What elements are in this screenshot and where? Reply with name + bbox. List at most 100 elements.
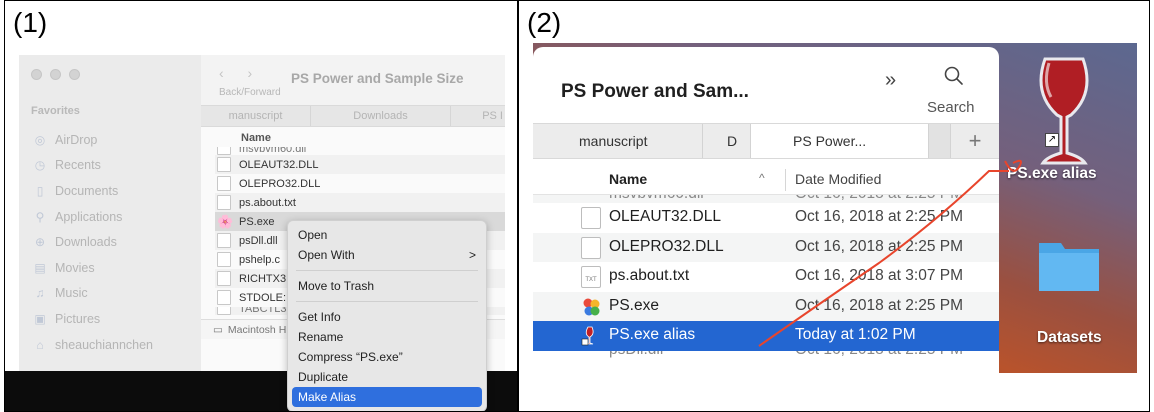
file-icon — [217, 252, 231, 267]
menu-item-label: Move to Trash — [298, 279, 375, 293]
tab-ps-power[interactable]: PS Power... — [751, 124, 929, 158]
file-row[interactable]: OLEAUT32.DLL — [215, 155, 505, 174]
sidebar-item-airdrop[interactable]: ◎ AirDrop — [31, 127, 153, 153]
document-icon: ▯ — [36, 183, 44, 198]
tab-downloads[interactable]: D — [703, 124, 751, 158]
menu-item-label: Make Alias — [298, 390, 357, 404]
folder-icon[interactable] — [1035, 229, 1103, 297]
music-icon: ♫ — [35, 286, 45, 301]
menu-item-label: Get Info — [298, 310, 341, 324]
file-date: Oct 16, 2018 at 2:25 PM — [795, 296, 964, 314]
tab-downloads[interactable]: Downloads — [311, 106, 451, 126]
airdrop-icon: ◎ — [34, 132, 46, 147]
sidebar-item-label: AirDrop — [55, 132, 98, 147]
toolbar-overflow-chevron[interactable]: » — [885, 69, 896, 92]
menu-item-open-with[interactable]: Open With > — [288, 245, 486, 265]
column-divider[interactable] — [785, 169, 786, 191]
add-tab-button[interactable]: + — [951, 124, 999, 158]
menu-item-label: Open With — [298, 248, 355, 262]
column-header-name[interactable]: Name — [241, 132, 271, 144]
column-header-date-modified[interactable]: Date Modified — [795, 171, 881, 187]
menu-item-open[interactable]: Open — [288, 225, 486, 245]
wine-alias-icon — [581, 326, 594, 346]
tab-bar: manuscript D PS Power... + — [533, 123, 999, 159]
sidebar-item-label: Applications — [55, 209, 123, 224]
menu-item-duplicate[interactable]: Duplicate — [288, 367, 486, 387]
finder-window: PS Power and Sam... » Search manuscript … — [533, 47, 999, 373]
sidebar-item-movies[interactable]: ▤ Movies — [31, 255, 153, 281]
sidebar-item-label: Pictures — [55, 311, 101, 326]
file-row[interactable]: OLEPRO32.DLL Oct 16, 2018 at 2:25 PM — [533, 232, 999, 262]
desktop-alias-label[interactable]: PS.exe alias — [1007, 165, 1097, 183]
zoom-button[interactable] — [69, 69, 80, 80]
film-icon: ▤ — [34, 260, 46, 275]
sidebar-item-documents[interactable]: ▯ Documents — [31, 178, 153, 204]
disk-icon: ▭ — [213, 323, 223, 336]
window-title: PS Power and Sam... — [561, 81, 749, 102]
window-controls — [31, 69, 80, 80]
file-name: RICHTX3 — [239, 272, 287, 285]
file-name: msvbvm60.dll — [609, 195, 704, 203]
file-row-selected[interactable]: PS.exe alias Today at 1:02 PM — [533, 321, 999, 351]
panel-label: (2) — [527, 7, 562, 38]
menu-item-move-to-trash[interactable]: Move to Trash — [288, 276, 486, 296]
menu-separator — [296, 301, 478, 302]
minimize-button[interactable] — [50, 69, 61, 80]
desktop-folder-label[interactable]: Datasets — [1037, 329, 1102, 347]
menu-item-make-alias[interactable]: Make Alias — [292, 387, 482, 407]
file-name: TABCTL3 — [239, 307, 287, 315]
file-row[interactable]: msvbvm60.dll — [215, 147, 505, 155]
file-name: PS.exe — [239, 215, 275, 228]
sidebar-item-label: Documents — [55, 183, 119, 198]
file-row[interactable]: OLEAUT32.DLL Oct 16, 2018 at 2:25 PM — [533, 203, 999, 233]
download-icon: ⊕ — [34, 235, 46, 250]
context-menu: Open Open With > Move to Trash Get Info R… — [287, 220, 487, 411]
sidebar-item-label: Recents — [55, 158, 101, 173]
sidebar-item-applications[interactable]: ⚲ Applications — [31, 204, 153, 230]
file-row[interactable]: ps.about.txt — [215, 193, 505, 212]
search-icon[interactable] — [943, 65, 965, 87]
sort-ascending-icon[interactable]: ^ — [759, 171, 765, 185]
column-header-name[interactable]: Name — [609, 171, 647, 187]
file-date: Oct 16, 2018 at 2:25 PM — [795, 237, 964, 255]
sidebar-item-label: Movies — [55, 260, 95, 275]
menu-item-get-info[interactable]: Get Info — [288, 307, 486, 327]
back-forward-buttons[interactable]: ‹ › — [219, 65, 262, 81]
panel-2: (2) PS Power and Sam... » Search manuscr… — [518, 0, 1150, 412]
file-name: OLEPRO32.DLL — [609, 237, 724, 255]
menu-item-label: Rename — [298, 330, 344, 344]
app-icon — [583, 298, 600, 315]
search-label: Search — [927, 99, 975, 116]
menu-item-compress[interactable]: Compress “PS.exe” — [288, 347, 486, 367]
sidebar-item-downloads[interactable]: ⊕ Downloads — [31, 229, 153, 255]
tab-manuscript[interactable]: manuscript — [201, 106, 311, 126]
menu-item-label: Duplicate — [298, 370, 349, 384]
menu-item-rename[interactable]: Rename — [288, 327, 486, 347]
path-bar-label[interactable]: Macintosh H — [228, 324, 286, 336]
sidebar-item-home[interactable]: ⌂ sheauchiannchen — [31, 332, 153, 358]
back-forward-label: Back/Forward — [219, 87, 281, 98]
tab-ps[interactable]: PS I — [451, 106, 505, 126]
file-row[interactable]: PS.exe Oct 16, 2018 at 2:25 PM — [533, 291, 999, 321]
file-date: Oct 16, 2018 at 2:25 PM — [795, 351, 963, 359]
file-icon — [217, 290, 231, 305]
file-list: msvbvm60.dll Oct 16, 2018 at 2:25 PM OLE… — [533, 195, 999, 359]
sidebar-item-music[interactable]: ♫ Music — [31, 281, 153, 307]
sidebar-item-recents[interactable]: ◷ Recents — [31, 153, 153, 179]
file-row[interactable]: TXT ps.about.txt Oct 16, 2018 at 3:07 PM — [533, 262, 999, 292]
wine-icon[interactable] — [1027, 53, 1101, 173]
file-name: ps.about.txt — [609, 267, 690, 284]
file-row[interactable]: psDll.dll Oct 16, 2018 at 2:25 PM — [533, 350, 999, 359]
file-date: Oct 16, 2018 at 2:25 PM — [795, 195, 963, 203]
file-name: psDll.dll — [239, 234, 278, 247]
file-name: STDOLE: — [239, 291, 287, 304]
sidebar-item-pictures[interactable]: ▣ Pictures — [31, 306, 153, 332]
file-date: Oct 16, 2018 at 3:07 PM — [795, 267, 964, 284]
tab-manuscript[interactable]: manuscript — [533, 124, 703, 158]
file-row[interactable]: OLEPRO32.DLL — [215, 174, 505, 193]
file-row[interactable]: msvbvm60.dll Oct 16, 2018 at 2:25 PM — [533, 195, 999, 203]
tab-spacer — [929, 124, 951, 158]
home-icon: ⌂ — [36, 337, 44, 352]
close-button[interactable] — [31, 69, 42, 80]
file-name: OLEAUT32.DLL — [609, 208, 721, 225]
